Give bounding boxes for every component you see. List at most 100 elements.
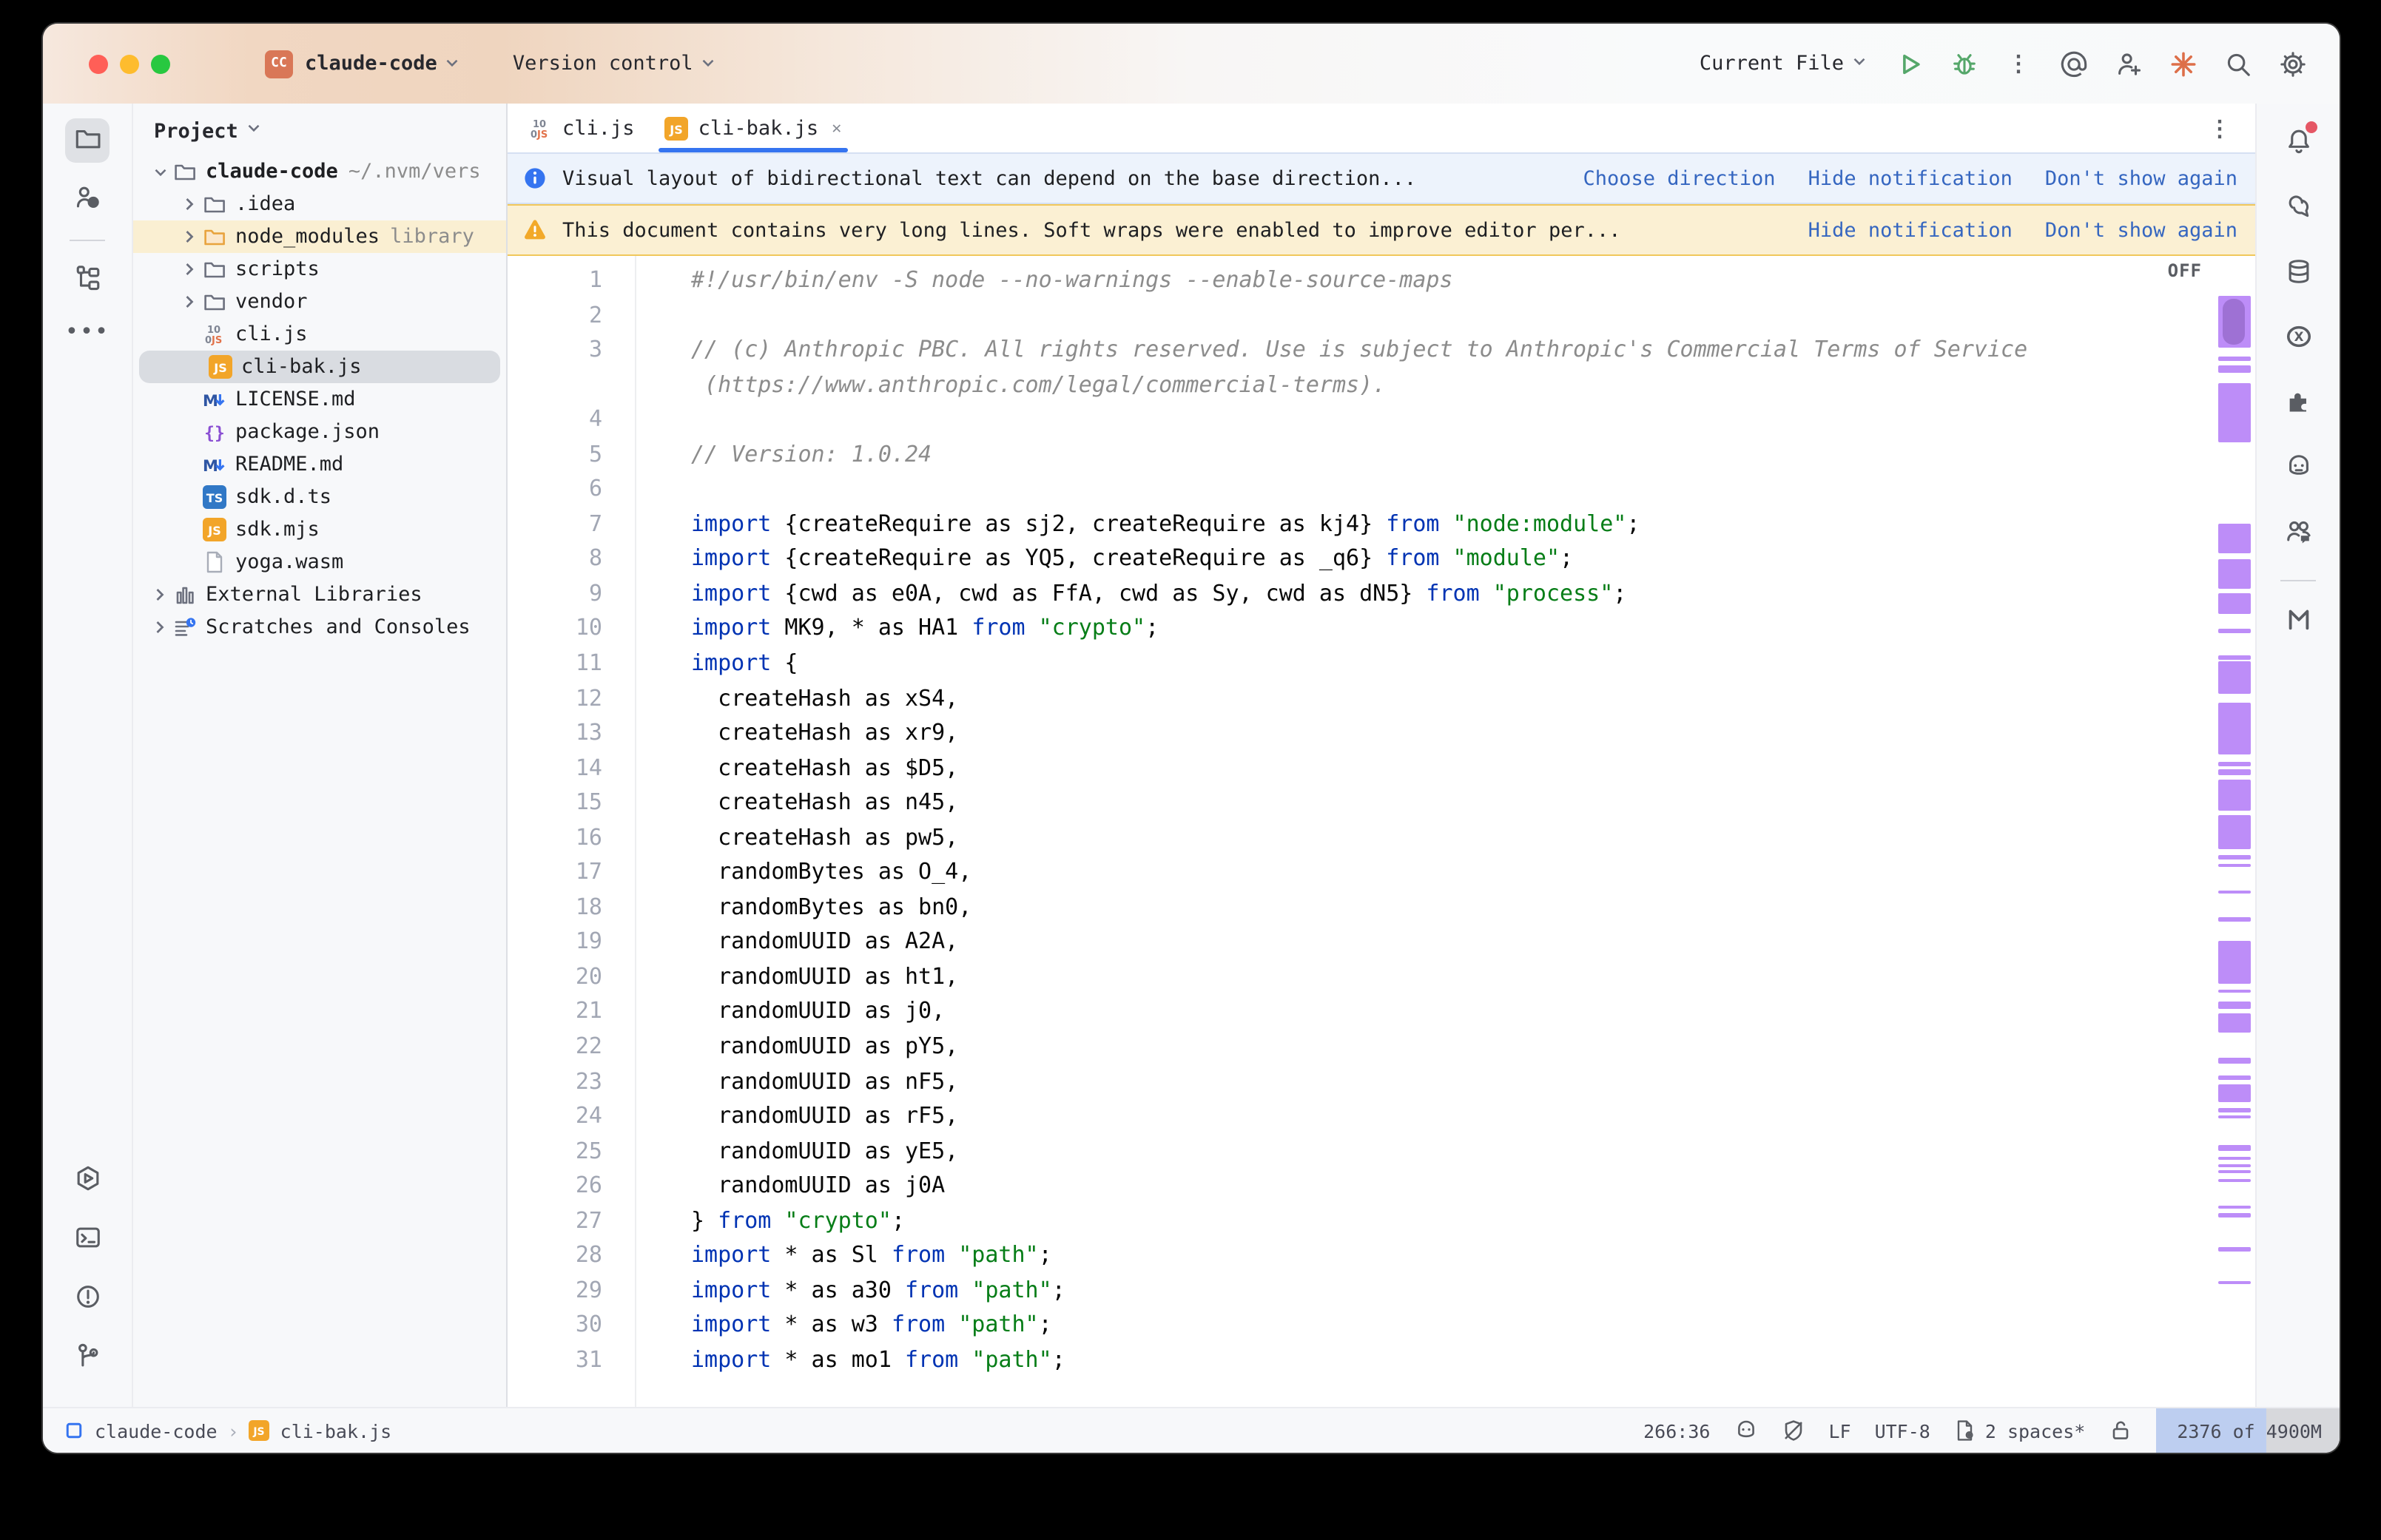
dont-show-again-link[interactable]: Don't show again <box>2045 218 2237 242</box>
chevron-right-icon[interactable] <box>148 584 172 605</box>
encoding-widget[interactable]: UTF-8 <box>1875 1419 1930 1442</box>
inspections-off-icon[interactable] <box>1781 1419 1805 1442</box>
code-area[interactable]: 1#!/usr/bin/env -S node --no-warnings --… <box>508 263 2211 1378</box>
tree-item-node-modules[interactable]: node_moduleslibrary <box>133 220 506 253</box>
terminal-tool-button[interactable] <box>65 1218 110 1262</box>
code-line[interactable]: 14 createHash as $D5, <box>508 751 2211 786</box>
code-line[interactable]: 10import MK9, * as HA1 from "crypto"; <box>508 612 2211 646</box>
code-line[interactable]: 1#!/usr/bin/env -S node --no-warnings --… <box>508 263 2211 298</box>
zoom-window-button[interactable] <box>151 54 170 73</box>
ai-burst-icon[interactable] <box>2168 49 2198 78</box>
code-line[interactable]: 26 randomUUID as j0A <box>508 1169 2211 1203</box>
code-line[interactable]: 30import * as w3 from "path"; <box>508 1308 2211 1343</box>
more-tool-windows-button[interactable]: ••• <box>65 318 110 345</box>
tree-item-license-md[interactable]: MLICENSE.md <box>133 383 506 416</box>
dont-show-again-link[interactable]: Don't show again <box>2045 166 2237 190</box>
chevron-down-icon[interactable] <box>148 162 172 181</box>
tree-item--idea[interactable]: .idea <box>133 188 506 220</box>
tree-item-sdk-d-ts[interactable]: TSsdk.d.ts <box>133 481 506 513</box>
code-editor[interactable]: 1#!/usr/bin/env -S node --no-warnings --… <box>508 256 2255 1407</box>
tree-item-yoga-wasm[interactable]: yoga.wasm <box>133 546 506 578</box>
code-line[interactable]: 8import {createRequire as YQ5, createReq… <box>508 542 2211 577</box>
line-ending-widget[interactable]: LF <box>1828 1419 1850 1442</box>
structure-tool-button[interactable] <box>65 259 110 303</box>
tree-item-scripts[interactable]: scripts <box>133 253 506 286</box>
code-line[interactable]: 2 <box>508 298 2211 333</box>
hide-notification-link[interactable]: Hide notification <box>1808 218 2013 242</box>
problems-tool-button[interactable] <box>65 1277 110 1321</box>
tree-item-sdk-mjs[interactable]: JSsdk.mjs <box>133 513 506 546</box>
code-line[interactable]: 27} from "crypto"; <box>508 1204 2211 1239</box>
code-line[interactable]: 16 createHash as pw5, <box>508 821 2211 856</box>
ai-assistant-icon[interactable] <box>2058 49 2088 78</box>
editor-scrollbar-stripe[interactable] <box>2217 256 2252 1407</box>
code-line[interactable]: 29import * as a30 from "path"; <box>508 1274 2211 1308</box>
close-window-button[interactable] <box>89 54 108 73</box>
tree-item-readme-md[interactable]: MREADME.md <box>133 448 506 481</box>
hide-notification-link[interactable]: Hide notification <box>1808 166 2013 190</box>
highlighting-status[interactable]: OFF <box>2168 260 2202 281</box>
code-line[interactable]: 18 randomBytes as bn0, <box>508 891 2211 925</box>
x-plugin-tool-button[interactable]: X <box>2276 317 2320 361</box>
tree-item-cli-js[interactable]: 100JScli.js <box>133 318 506 351</box>
project-panel-title[interactable]: Project <box>154 119 238 143</box>
code-line[interactable]: 24 randomUUID as rF5, <box>508 1099 2211 1134</box>
code-line[interactable]: 7import {createRequire as sj2, createReq… <box>508 507 2211 542</box>
pull-requests-tool-button[interactable]: ? <box>65 178 110 222</box>
minimize-window-button[interactable] <box>120 54 139 73</box>
tree-item-package-json[interactable]: {}package.json <box>133 416 506 448</box>
code-line[interactable]: 11import { <box>508 646 2211 681</box>
chevron-right-icon[interactable] <box>178 259 201 280</box>
more-actions-button[interactable]: ⋮ <box>2004 49 2033 78</box>
settings-gear-icon[interactable] <box>2277 49 2307 78</box>
breadcrumb-project[interactable]: claude-code <box>95 1419 218 1442</box>
plugin-puzzle-tool-button[interactable] <box>2276 382 2320 426</box>
chevron-right-icon[interactable] <box>178 291 201 312</box>
caret-position-widget[interactable]: 266:36 <box>1643 1419 1710 1442</box>
code-line[interactable]: 15 createHash as n45, <box>508 786 2211 820</box>
code-line[interactable]: 13 createHash as xr9, <box>508 716 2211 751</box>
code-line[interactable]: 17 randomBytes as O_4, <box>508 856 2211 891</box>
tab-options-button[interactable]: ⋮ <box>2205 113 2234 143</box>
code-with-me-icon[interactable] <box>2113 49 2143 78</box>
code-line[interactable]: 4 <box>508 402 2211 437</box>
code-line[interactable]: 25 randomUUID as yE5, <box>508 1134 2211 1169</box>
code-line[interactable]: 21 randomUUID as j0, <box>508 995 2211 1030</box>
code-line[interactable]: 31import * as mo1 from "path"; <box>508 1343 2211 1378</box>
debug-button[interactable] <box>1949 49 1978 78</box>
services-tool-button[interactable] <box>65 1158 110 1203</box>
indent-widget[interactable]: 2 spaces* <box>1954 1419 2085 1442</box>
tree-item-vendor[interactable]: vendor <box>133 286 506 318</box>
breadcrumb-file[interactable]: cli-bak.js <box>280 1419 392 1442</box>
chevron-right-icon[interactable] <box>148 617 172 638</box>
project-tool-button[interactable] <box>65 118 110 163</box>
run-button[interactable] <box>1894 49 1924 78</box>
readonly-lock-icon[interactable] <box>2109 1419 2132 1442</box>
close-tab-icon[interactable]: ✕ <box>832 118 841 138</box>
choose-direction-link[interactable]: Choose direction <box>1583 166 1775 190</box>
code-line[interactable]: 5// Version: 1.0.24 <box>508 437 2211 472</box>
code-line[interactable]: 19 randomUUID as A2A, <box>508 925 2211 960</box>
notifications-bell-icon[interactable] <box>2276 121 2320 166</box>
copilot-status-icon[interactable] <box>1734 1419 1757 1442</box>
tab-cli-bak-js[interactable]: JS cli-bak.js ✕ <box>650 104 857 152</box>
tab-cli-js[interactable]: 100JS cli.js <box>513 104 650 152</box>
code-line[interactable]: 22 randomUUID as pY5, <box>508 1030 2211 1064</box>
chevron-right-icon[interactable] <box>178 226 201 247</box>
code-line[interactable]: 6 <box>508 473 2211 507</box>
copilot-tool-button[interactable] <box>2276 447 2320 491</box>
code-line[interactable]: 9import {cwd as e0A, cwd as FfA, cwd as … <box>508 577 2211 612</box>
git-tool-button[interactable] <box>65 1336 110 1380</box>
code-line[interactable]: (https://www.anthropic.com/legal/commerc… <box>508 368 2211 402</box>
code-line[interactable]: 3// (c) Anthropic PBC. All rights reserv… <box>508 333 2211 368</box>
tree-item-claude-code[interactable]: claude-code~/.nvm/vers <box>133 155 506 188</box>
code-line[interactable]: 12 createHash as xS4, <box>508 681 2211 716</box>
search-everywhere-icon[interactable] <box>2223 49 2252 78</box>
code-line[interactable]: 20 randomUUID as ht1, <box>508 960 2211 995</box>
memory-indicator[interactable]: 2376 of 4900M <box>2156 1408 2340 1453</box>
ai-assistant-tool-button[interactable] <box>2276 186 2320 231</box>
chevron-right-icon[interactable] <box>178 194 201 215</box>
run-configuration-selector[interactable]: Current File <box>1700 51 1869 76</box>
scrollbar-thumb[interactable] <box>2223 299 2245 345</box>
project-widget[interactable]: claude-code <box>305 52 437 75</box>
